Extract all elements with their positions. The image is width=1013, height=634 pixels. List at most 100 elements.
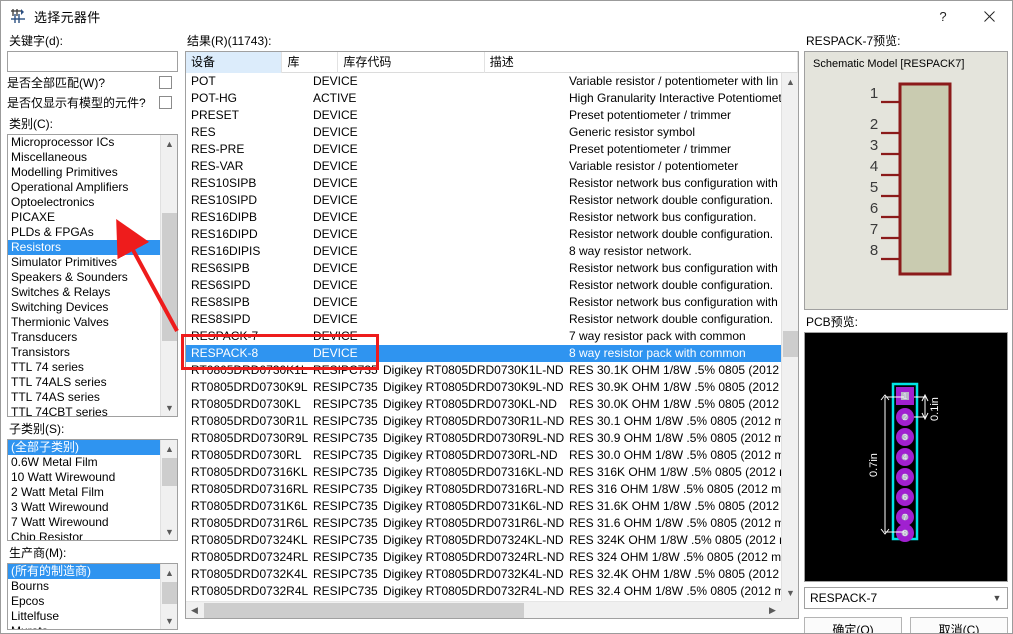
results-horizontal-scrollbar[interactable]: ◀ ▶ — [186, 601, 781, 618]
category-item[interactable]: Switching Devices — [8, 300, 160, 315]
subcategory-item[interactable]: 2 Watt Metal Film — [8, 485, 160, 500]
category-item[interactable]: Simulator Primitives — [8, 255, 160, 270]
category-item[interactable]: TTL 74 series — [8, 360, 160, 375]
manufacturer-item[interactable]: Littelfuse — [8, 609, 160, 624]
manufacturer-item[interactable]: Epcos — [8, 594, 160, 609]
category-listbox[interactable]: Microprocessor ICsMiscellaneousModelling… — [7, 134, 178, 417]
subcategory-item[interactable]: 10 Watt Wirewound — [8, 470, 160, 485]
category-item[interactable]: Thermionic Valves — [8, 315, 160, 330]
subcategory-item[interactable]: Chip Resistor — [8, 530, 160, 541]
subcategory-scrollbar[interactable]: ▲ ▼ — [160, 440, 177, 540]
table-row[interactable]: RT0805DRD0732R4LRESIPC7351Digikey RT0805… — [186, 583, 781, 600]
table-row[interactable]: PRESETDEVICEPreset potentiometer / trimm… — [186, 107, 781, 124]
column-header-device[interactable]: 设备 — [186, 52, 282, 73]
manufacturer-item[interactable]: (所有的制造商) — [8, 564, 160, 579]
category-item[interactable]: Modelling Primitives — [8, 165, 160, 180]
category-item[interactable]: Speakers & Sounders — [8, 270, 160, 285]
table-row[interactable]: RES16DIPBDEVICEResistor network bus conf… — [186, 209, 781, 226]
scroll-down-icon[interactable]: ▼ — [782, 584, 799, 601]
scroll-up-icon[interactable]: ▲ — [782, 73, 799, 90]
category-item[interactable]: TTL 74CBT series — [8, 405, 160, 417]
category-item[interactable]: PLDs & FPGAs — [8, 225, 160, 240]
category-item[interactable]: PICAXE — [8, 210, 160, 225]
help-button[interactable]: ? — [920, 1, 966, 31]
column-header-library[interactable]: 库 — [282, 52, 338, 73]
subcategory-item[interactable]: 7 Watt Wirewound — [8, 515, 160, 530]
manufacturer-listbox[interactable]: (所有的制造商)BournsEpcosLittelfuseMurata ▲ ▼ — [7, 563, 178, 630]
table-row[interactable]: POTDEVICEVariable resistor / potentiomet… — [186, 73, 781, 90]
table-row[interactable]: RT0805DRD0730K9LRESIPC7351Digikey RT0805… — [186, 379, 781, 396]
table-row[interactable]: RES8SIPDDEVICEResistor network double co… — [186, 311, 781, 328]
scroll-up-icon[interactable]: ▲ — [161, 135, 178, 152]
table-row[interactable]: RES10SIPBDEVICEResistor network bus conf… — [186, 175, 781, 192]
table-row[interactable]: RT0805DRD07324KLRESIPC7351Digikey RT0805… — [186, 532, 781, 549]
subcategory-item[interactable]: 0.6W Metal Film — [8, 455, 160, 470]
models-only-row[interactable]: 是否仅显示有模型的元件? — [7, 93, 178, 112]
table-row[interactable]: RES6SIPDDEVICEResistor network double co… — [186, 277, 781, 294]
table-row[interactable]: RES-VARDEVICEVariable resistor / potenti… — [186, 158, 781, 175]
table-row[interactable]: RES16DIPISDEVICE8 way resistor network. — [186, 243, 781, 260]
keyword-input[interactable] — [7, 51, 178, 72]
scroll-up-icon[interactable]: ▲ — [161, 564, 178, 581]
category-item[interactable]: Microprocessor ICs — [8, 135, 160, 150]
table-row[interactable]: RESPACK-8DEVICE8 way resistor pack with … — [186, 345, 781, 362]
category-item[interactable]: Miscellaneous — [8, 150, 160, 165]
scroll-down-icon[interactable]: ▼ — [161, 612, 178, 629]
table-row[interactable]: RES-PREDEVICEPreset potentiometer / trim… — [186, 141, 781, 158]
manufacturer-item[interactable]: Murata — [8, 624, 160, 630]
category-item[interactable]: Switches & Relays — [8, 285, 160, 300]
results-vertical-scrollbar[interactable]: ▲ ▼ — [781, 73, 798, 601]
scroll-down-icon[interactable]: ▼ — [161, 399, 178, 416]
category-item[interactable]: Transducers — [8, 330, 160, 345]
category-item[interactable]: Resistors — [8, 240, 160, 255]
table-row[interactable]: RT0805DRD0731K6LRESIPC7351Digikey RT0805… — [186, 498, 781, 515]
scroll-right-icon[interactable]: ▶ — [764, 602, 781, 619]
column-header-description[interactable]: 描述 — [485, 52, 798, 73]
table-row[interactable]: RESDEVICEGeneric resistor symbol — [186, 124, 781, 141]
table-row[interactable]: RT0805DRD0730K1LRESIPC7351Digikey RT0805… — [186, 362, 781, 379]
subcategory-item[interactable]: (全部子类别) — [8, 440, 160, 455]
scroll-left-icon[interactable]: ◀ — [186, 602, 203, 619]
scroll-down-icon[interactable]: ▼ — [161, 523, 178, 540]
manufacturer-scroll-thumb[interactable] — [162, 582, 177, 604]
table-row[interactable]: RT0805DRD0731R6LRESIPC7351Digikey RT0805… — [186, 515, 781, 532]
scroll-up-icon[interactable]: ▲ — [161, 440, 178, 457]
manufacturer-item[interactable]: Bourns — [8, 579, 160, 594]
table-row[interactable]: RES10SIPDDEVICEResistor network double c… — [186, 192, 781, 209]
table-row[interactable]: RT0805DRD07316RLRESIPC7351Digikey RT0805… — [186, 481, 781, 498]
category-scroll-thumb[interactable] — [162, 213, 177, 341]
table-row[interactable]: RT0805DRD07324RLRESIPC7351Digikey RT0805… — [186, 549, 781, 566]
category-item[interactable]: Optoelectronics — [8, 195, 160, 210]
category-scrollbar[interactable]: ▲ ▼ — [160, 135, 177, 416]
chevron-down-icon[interactable]: ▼ — [987, 588, 1007, 608]
table-row[interactable]: RT0805DRD0730R9LRESIPC7351Digikey RT0805… — [186, 430, 781, 447]
models-only-checkbox[interactable] — [159, 96, 172, 109]
category-item[interactable]: Operational Amplifiers — [8, 180, 160, 195]
table-row[interactable]: POT-HGACTIVEHigh Granularity Interactive… — [186, 90, 781, 107]
subcategory-scroll-thumb[interactable] — [162, 458, 177, 486]
results-scroll-thumb[interactable] — [783, 331, 798, 357]
table-row[interactable]: RT0805DRD0730R1LRESIPC7351Digikey RT0805… — [186, 413, 781, 430]
match-all-checkbox[interactable] — [159, 76, 172, 89]
manufacturer-scrollbar[interactable]: ▲ ▼ — [160, 564, 177, 629]
match-all-row[interactable]: 是否全部匹配(W)? — [7, 73, 178, 92]
ok-button[interactable]: 确定(O) — [804, 617, 902, 634]
category-item[interactable]: TTL 74AS series — [8, 390, 160, 405]
table-row[interactable]: RT0805DRD0730RLRESIPC7351Digikey RT0805D… — [186, 447, 781, 464]
results-grid[interactable]: 设备 库 库存代码 描述 POTDEVICEVariable resistor … — [185, 51, 799, 619]
table-row[interactable]: RT0805DRD0730KLRESIPC7351Digikey RT0805D… — [186, 396, 781, 413]
category-item[interactable]: Transistors — [8, 345, 160, 360]
column-header-stock-code[interactable]: 库存代码 — [338, 52, 484, 73]
cancel-button[interactable]: 取消(C) — [910, 617, 1008, 634]
footprint-select[interactable]: RESPACK-7 ▼ — [804, 587, 1008, 609]
subcategory-item[interactable]: 3 Watt Wirewound — [8, 500, 160, 515]
close-button[interactable] — [966, 1, 1012, 31]
table-row[interactable]: RESPACK-7DEVICE7 way resistor pack with … — [186, 328, 781, 345]
subcategory-listbox[interactable]: (全部子类别)0.6W Metal Film10 Watt Wirewound2… — [7, 439, 178, 541]
table-row[interactable]: RES8SIPBDEVICEResistor network bus confi… — [186, 294, 781, 311]
table-row[interactable]: RT0805DRD0732K4LRESIPC7351Digikey RT0805… — [186, 566, 781, 583]
category-item[interactable]: TTL 74ALS series — [8, 375, 160, 390]
table-row[interactable]: RES16DIPDDEVICEResistor network double c… — [186, 226, 781, 243]
table-row[interactable]: RT0805DRD07316KLRESIPC7351Digikey RT0805… — [186, 464, 781, 481]
results-hscroll-thumb[interactable] — [204, 603, 524, 618]
